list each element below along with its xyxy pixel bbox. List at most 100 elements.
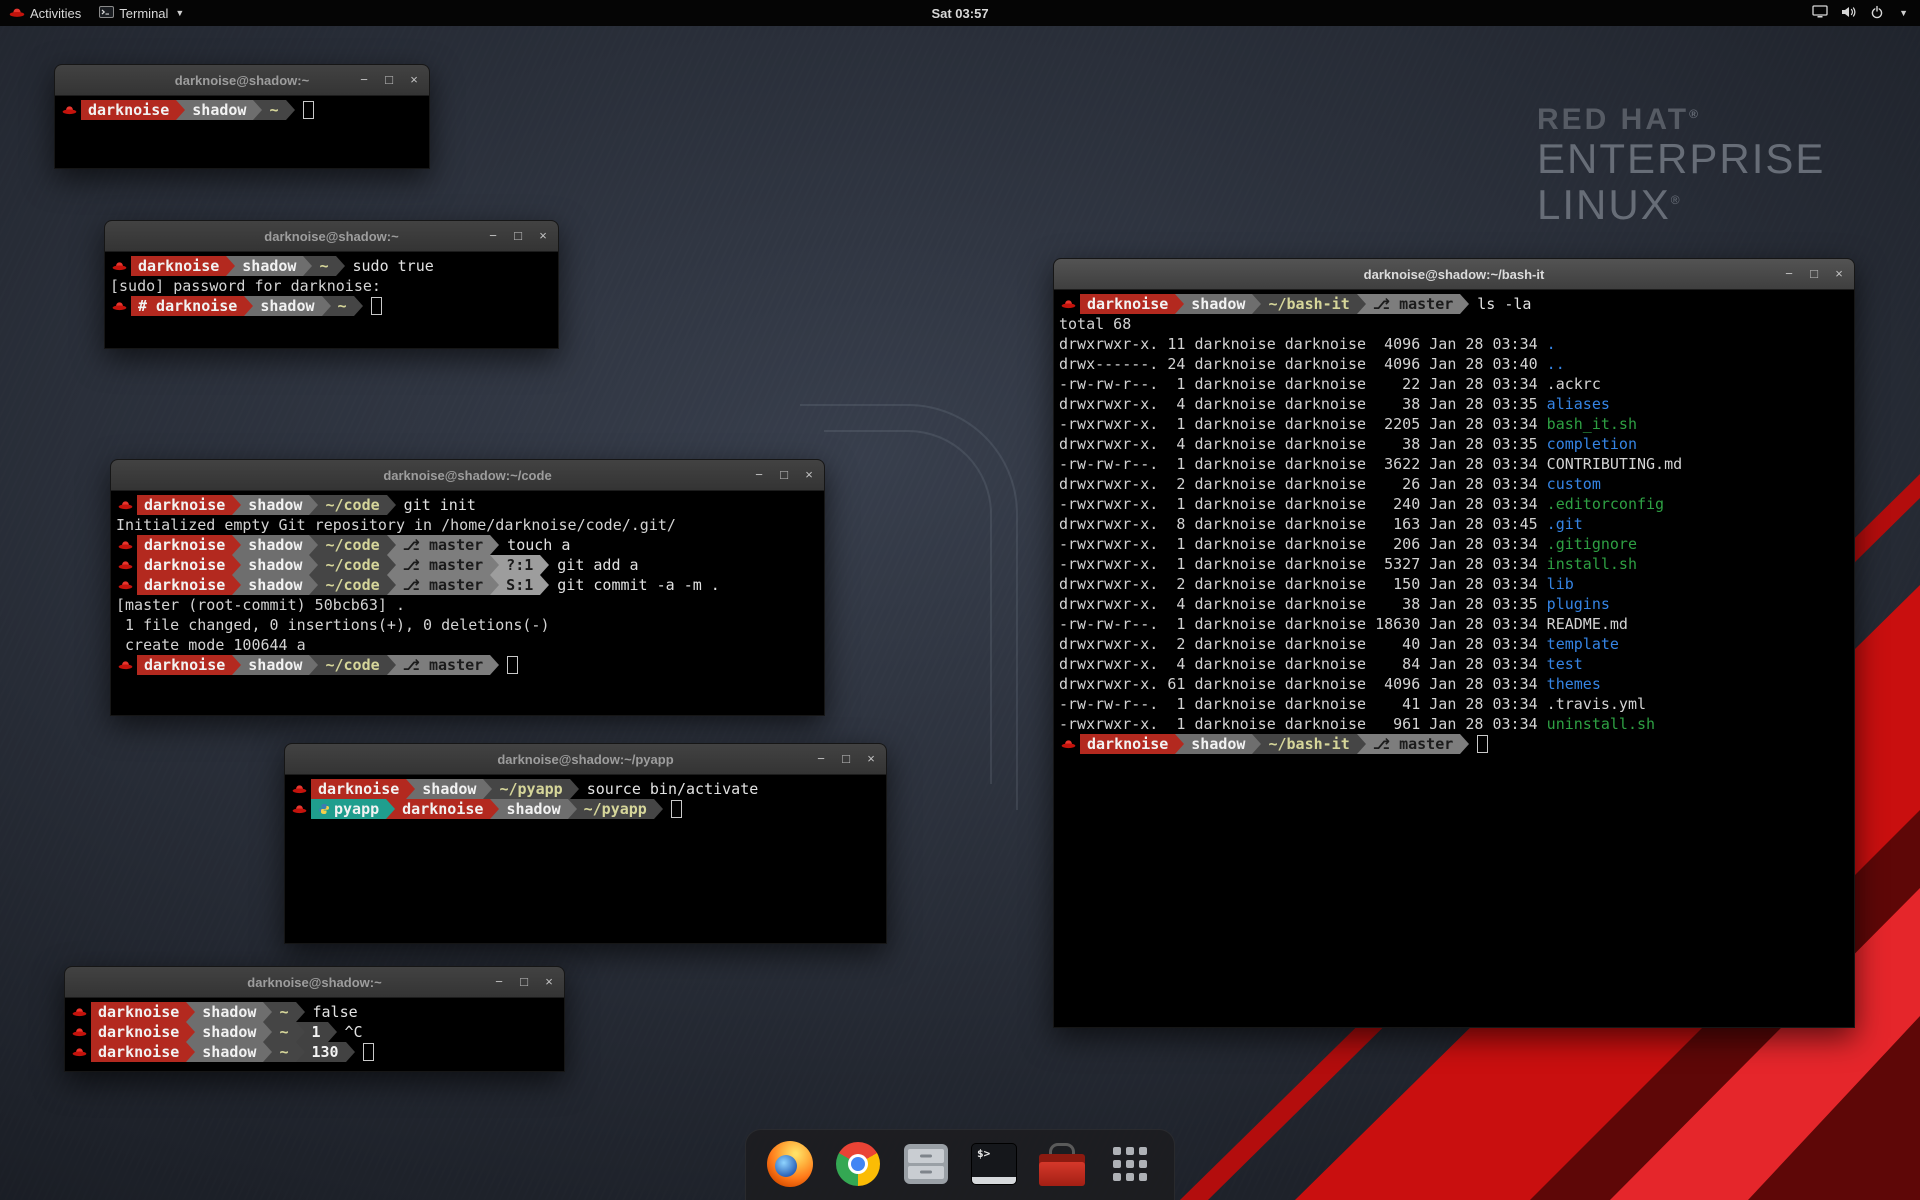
- activities-label: Activities: [30, 6, 81, 21]
- terminal-cursor[interactable]: [303, 101, 314, 119]
- prompt-segment-path: ~/pyapp: [492, 779, 569, 799]
- terminal-body[interactable]: darknoise shadow~/pyapp source bin/activat…: [285, 775, 886, 823]
- terminal-cursor[interactable]: [671, 800, 682, 818]
- maximize-button[interactable]: □: [1806, 266, 1822, 282]
- prompt-segment-host: shadow: [499, 799, 567, 819]
- terminal-icon-prompt: $>: [977, 1147, 990, 1160]
- terminal-mini-icon: [99, 6, 114, 21]
- segment-text: darknoise: [144, 535, 225, 555]
- terminal-body[interactable]: darknoiseshadow~falsedarknoiseshadow~1^C…: [65, 998, 564, 1066]
- file-row: drwxrwxr-x. 4 darknoise darknoise 84 Jan…: [1059, 654, 1849, 674]
- segment-text: ⎇ master: [403, 535, 484, 555]
- terminal-body[interactable]: darknoiseshadow~/bash-it⎇ masterls -lato…: [1054, 290, 1854, 758]
- titlebar[interactable]: darknoise@shadow:~/bash-it−□×: [1054, 259, 1854, 290]
- activities-button[interactable]: Activities: [0, 0, 90, 26]
- output-line: create mode 100644 a: [116, 635, 819, 655]
- maximize-button[interactable]: □: [776, 467, 792, 483]
- chevron-down-icon: ▼: [1899, 8, 1908, 18]
- terminal-cursor[interactable]: [371, 297, 382, 315]
- maximize-button[interactable]: □: [510, 228, 526, 244]
- powerline-arrow-icon: [387, 535, 396, 555]
- top-bar-left: Activities Terminal ▼: [0, 0, 193, 26]
- minimize-button[interactable]: −: [491, 974, 507, 990]
- maximize-button[interactable]: □: [838, 751, 854, 767]
- dock-firefox-icon[interactable]: [766, 1140, 814, 1188]
- powerline-arrow-icon: [1460, 734, 1469, 754]
- top-bar: Activities Terminal ▼ Sat 03:57 ▼: [0, 0, 1920, 26]
- file-row: -rw-rw-r--. 1 darknoise darknoise 41 Jan…: [1059, 694, 1849, 714]
- window-title: darknoise@shadow:~/code: [383, 468, 551, 483]
- dock-terminal-icon[interactable]: $>: [970, 1140, 1018, 1188]
- file-row: -rwxrwxr-x. 1 darknoise darknoise 206 Ja…: [1059, 534, 1849, 554]
- window-controls: −□ ×: [356, 65, 422, 95]
- app-grid-dot: [1126, 1147, 1134, 1155]
- segment-text: pyapp: [334, 799, 379, 819]
- minimize-button[interactable]: −: [485, 228, 501, 244]
- output-line: [master (root-commit) 50bcb63] .: [116, 595, 819, 615]
- files-icon: [904, 1144, 948, 1184]
- titlebar[interactable]: darknoise@shadow:~/code −□ ×: [111, 460, 824, 491]
- prompt-line: darknoiseshadow~/code⎇ master?:1git add …: [116, 555, 819, 575]
- file-meta: -rwxrwxr-x. 1 darknoise darknoise 2205 J…: [1059, 414, 1547, 434]
- maximize-button[interactable]: □: [516, 974, 532, 990]
- maximize-button[interactable]: □: [381, 72, 397, 88]
- minimize-button[interactable]: −: [751, 467, 767, 483]
- app-menu-terminal[interactable]: Terminal ▼: [90, 0, 193, 26]
- titlebar[interactable]: darknoise@shadow:~−□×: [105, 221, 558, 252]
- segment-text: # darknoise: [138, 296, 237, 316]
- file-name: lib: [1547, 574, 1574, 594]
- file-name: themes: [1547, 674, 1601, 694]
- dock-toolbox-icon[interactable]: [1038, 1140, 1086, 1188]
- system-menu[interactable]: ▼: [1800, 0, 1920, 26]
- powerline-arrow-icon: [232, 535, 241, 555]
- titlebar[interactable]: darknoise@shadow:~−□×: [55, 65, 429, 96]
- close-button[interactable]: ×: [801, 467, 817, 483]
- powerline-arrow-icon: [309, 575, 318, 595]
- segment-text: ~/code: [325, 575, 379, 595]
- file-name: test: [1547, 654, 1583, 674]
- powerline-arrow-icon: [303, 256, 312, 276]
- dock-app-grid-icon[interactable]: [1106, 1140, 1154, 1188]
- titlebar[interactable]: darknoise@shadow:~−□×: [65, 967, 564, 998]
- command-text: source bin/activate: [587, 779, 759, 799]
- terminal-cursor[interactable]: [363, 1043, 374, 1061]
- terminal-window-exit-codes: darknoise@shadow:~−□×darknoiseshadow~fal…: [64, 966, 565, 1072]
- powerline-arrow-icon: [490, 575, 499, 595]
- segment-text: ~: [319, 256, 328, 276]
- powerline-arrow-icon: [309, 535, 318, 555]
- prompt-segment-path: ~: [272, 1002, 295, 1022]
- minimize-button[interactable]: −: [813, 751, 829, 767]
- segment-text: darknoise: [402, 799, 483, 819]
- segment-text: ~: [279, 1002, 288, 1022]
- terminal-body[interactable]: darknoiseshadow~/codegit initInitialized…: [111, 491, 824, 679]
- powerline-arrow-icon: [406, 779, 415, 799]
- terminal-cursor[interactable]: [507, 656, 518, 674]
- powerline-arrow-icon: [1252, 294, 1261, 314]
- segment-text: S:1: [506, 575, 533, 595]
- segment-text: darknoise: [98, 1002, 179, 1022]
- powerline-arrow-icon: [386, 799, 395, 819]
- powerline-arrow-icon: [263, 1022, 272, 1042]
- file-row: -rw-rw-r--. 1 darknoise darknoise 3622 J…: [1059, 454, 1849, 474]
- close-button[interactable]: ×: [863, 751, 879, 767]
- segment-text: darknoise: [98, 1022, 179, 1042]
- prompt-line: darknoiseshadow~false: [70, 1002, 559, 1022]
- file-name: aliases: [1547, 394, 1610, 414]
- segment-text: ~/code: [325, 495, 379, 515]
- file-name: README.md: [1547, 614, 1628, 634]
- rhel-branding: RED HAT® ENTERPRISE LINUX®: [1537, 104, 1825, 227]
- minimize-button[interactable]: −: [356, 72, 372, 88]
- clock[interactable]: Sat 03:57: [931, 6, 988, 21]
- file-row: -rw-rw-r--. 1 darknoise darknoise 18630 …: [1059, 614, 1849, 634]
- terminal-body[interactable]: darknoiseshadow~sudo true[sudo] password…: [105, 252, 558, 320]
- terminal-cursor[interactable]: [1477, 735, 1488, 753]
- dock-chrome-icon[interactable]: [834, 1140, 882, 1188]
- titlebar[interactable]: darknoise@shadow:~/pyapp−□×: [285, 744, 886, 775]
- minimize-button[interactable]: −: [1781, 266, 1797, 282]
- terminal-body[interactable]: darknoiseshadow~: [55, 96, 429, 124]
- close-button[interactable]: ×: [406, 72, 422, 88]
- close-button[interactable]: ×: [541, 974, 557, 990]
- close-button[interactable]: ×: [535, 228, 551, 244]
- close-button[interactable]: ×: [1831, 266, 1847, 282]
- dock-files-icon[interactable]: [902, 1140, 950, 1188]
